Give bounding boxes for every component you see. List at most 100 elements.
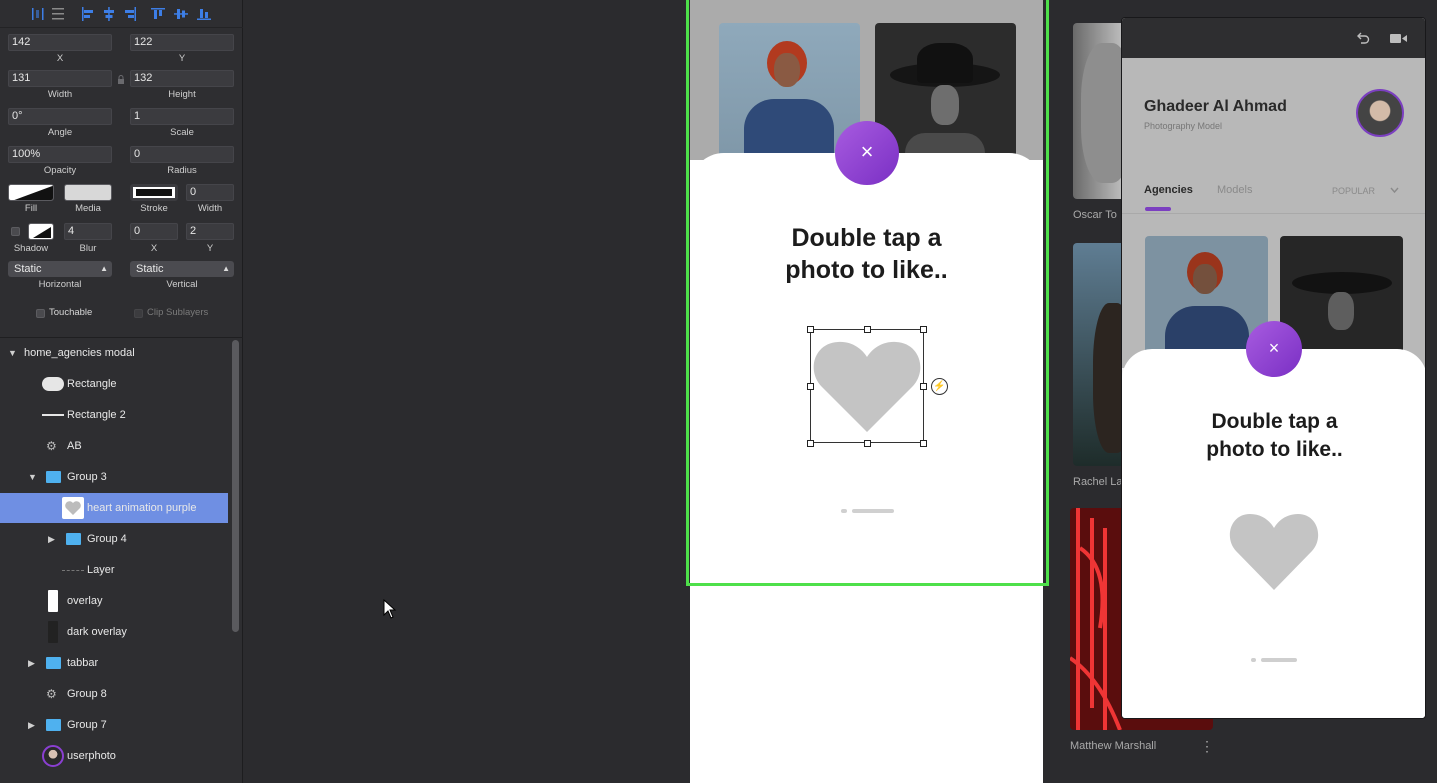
- expand-down-icon[interactable]: ▼: [8, 338, 17, 368]
- shadow-color-swatch[interactable]: [28, 223, 54, 240]
- undo-icon[interactable]: [1356, 32, 1370, 44]
- stroke-label: Stroke: [140, 203, 168, 214]
- tab-models[interactable]: Models: [1217, 184, 1252, 196]
- line-icon: [42, 414, 64, 416]
- stroke-swatch[interactable]: [130, 184, 178, 201]
- layer-row[interactable]: ▶ Group 4: [0, 524, 228, 554]
- vertical-label: Vertical: [166, 279, 198, 290]
- layer-row[interactable]: ▼ Group 3: [0, 462, 228, 492]
- layer-row[interactable]: ⚙ Group 8: [0, 679, 228, 709]
- shadow-y-input[interactable]: 2: [186, 223, 234, 240]
- align-center-icon[interactable]: [101, 6, 117, 22]
- vertical-select[interactable]: Static ▲: [130, 261, 234, 277]
- layer-row[interactable]: overlay: [0, 586, 228, 616]
- select-arrows-icon: ▲: [222, 264, 230, 273]
- align-bottom-icon[interactable]: [196, 6, 212, 22]
- profile-subtitle: Photography Model: [1144, 121, 1223, 131]
- touchable-checkbox[interactable]: [36, 309, 45, 318]
- layer-label: Group 4: [87, 533, 127, 545]
- layer-row[interactable]: ⚙ AB: [0, 431, 228, 461]
- preview-page-dot-active: [1261, 658, 1297, 662]
- blur-input[interactable]: 4: [64, 223, 112, 240]
- layer-label: overlay: [67, 595, 103, 607]
- x-input[interactable]: 142: [8, 34, 112, 51]
- y-input[interactable]: 122: [130, 34, 234, 51]
- layer-row[interactable]: ▼ home_agencies modal: [0, 338, 228, 368]
- profile-avatar[interactable]: [1356, 89, 1404, 137]
- horizontal-select-value: Static: [14, 263, 42, 275]
- shadow-y-label: Y: [206, 243, 214, 254]
- angle-label: Angle: [47, 127, 73, 138]
- align-middle-icon[interactable]: [173, 6, 189, 22]
- layers-panel: ▼ home_agencies modal Rectangle Rectangl…: [0, 337, 243, 783]
- gear-icon: ⚙: [46, 439, 57, 453]
- layer-row[interactable]: Rectangle 2: [0, 400, 228, 430]
- rounded-rectangle-icon: [42, 377, 64, 391]
- folder-icon: [46, 471, 61, 483]
- distribute-vertical-icon[interactable]: [50, 6, 66, 22]
- expand-right-icon[interactable]: ▶: [48, 524, 55, 554]
- card-label-oscar: Oscar To: [1073, 209, 1117, 221]
- layer-row-selected[interactable]: heart animation purple: [0, 493, 228, 523]
- layer-label: AB: [67, 440, 82, 452]
- align-left-icon[interactable]: [80, 6, 96, 22]
- x-label: X: [56, 53, 64, 64]
- profile-name: Ghadeer Al Ahmad: [1144, 98, 1287, 115]
- opacity-input[interactable]: 100%: [8, 146, 112, 163]
- lock-icon[interactable]: [117, 75, 125, 84]
- preview-headline: Double tap a photo to like..: [1122, 408, 1425, 464]
- layer-row[interactable]: Rectangle: [0, 369, 228, 399]
- horizontal-select[interactable]: Static ▲: [8, 261, 112, 277]
- shadow-label: Shadow: [13, 243, 49, 254]
- radius-input[interactable]: 0: [130, 146, 234, 163]
- expand-down-icon[interactable]: ▼: [28, 462, 37, 492]
- sort-dropdown[interactable]: POPULAR: [1332, 186, 1375, 196]
- angle-input[interactable]: 0°: [8, 108, 112, 125]
- folder-icon: [46, 719, 61, 731]
- align-top-icon[interactable]: [150, 6, 166, 22]
- tab-active-indicator: [1145, 207, 1171, 211]
- layer-label: heart animation purple: [87, 502, 197, 514]
- shadow-x-input[interactable]: 0: [130, 223, 178, 240]
- align-right-icon[interactable]: [122, 6, 138, 22]
- preview-heart-icon[interactable]: [1227, 510, 1321, 592]
- tab-agencies[interactable]: Agencies: [1144, 184, 1193, 196]
- layer-label: dark overlay: [67, 626, 127, 638]
- layer-row[interactable]: dark overlay: [0, 617, 228, 647]
- select-arrows-icon: ▲: [100, 264, 108, 273]
- fill-swatch[interactable]: [8, 184, 54, 201]
- width-input[interactable]: 131: [8, 70, 112, 87]
- height-input[interactable]: 132: [130, 70, 234, 87]
- media-swatch[interactable]: [64, 184, 112, 201]
- app-window: 142 X 122 Y 131 Width 132 Height 0° Angl…: [0, 0, 1437, 783]
- layer-label: Group 8: [67, 688, 107, 700]
- inspector-panel: 142 X 122 Y 131 Width 132 Height 0° Angl…: [0, 0, 243, 783]
- layer-row[interactable]: ▶ Group 7: [0, 710, 228, 740]
- layer-row[interactable]: Layer: [0, 555, 228, 585]
- layer-row[interactable]: ▶ tabbar: [0, 648, 228, 678]
- radius-label: Radius: [167, 165, 197, 176]
- blur-label: Blur: [79, 243, 97, 254]
- layer-label: tabbar: [67, 657, 99, 669]
- expand-right-icon[interactable]: ▶: [28, 648, 35, 678]
- folder-icon: [46, 657, 61, 669]
- card-label-matthew: Matthew Marshall: [1070, 740, 1157, 752]
- clip-sublayers-checkbox[interactable]: [134, 309, 143, 318]
- stroke-width-input[interactable]: 0: [186, 184, 234, 201]
- chevron-down-icon[interactable]: [1390, 187, 1399, 194]
- preview-close-button[interactable]: ×: [1246, 321, 1302, 377]
- distribute-horizontal-icon[interactable]: [30, 6, 46, 22]
- layer-row[interactable]: userphoto: [0, 741, 228, 771]
- vertical-select-value: Static: [136, 263, 164, 275]
- more-options-icon[interactable]: ⋮: [1200, 738, 1214, 755]
- white-rectangle-icon: [48, 590, 58, 612]
- alignment-toolbar: [0, 0, 243, 28]
- touchable-label: Touchable: [49, 307, 93, 318]
- scale-input[interactable]: 1: [130, 108, 234, 125]
- expand-right-icon[interactable]: ▶: [28, 710, 35, 740]
- video-icon[interactable]: [1390, 33, 1407, 44]
- shadow-checkbox[interactable]: [11, 227, 20, 236]
- layer-label: Layer: [87, 564, 115, 576]
- layer-label: Group 7: [67, 719, 107, 731]
- layers-scrollbar[interactable]: [232, 340, 239, 632]
